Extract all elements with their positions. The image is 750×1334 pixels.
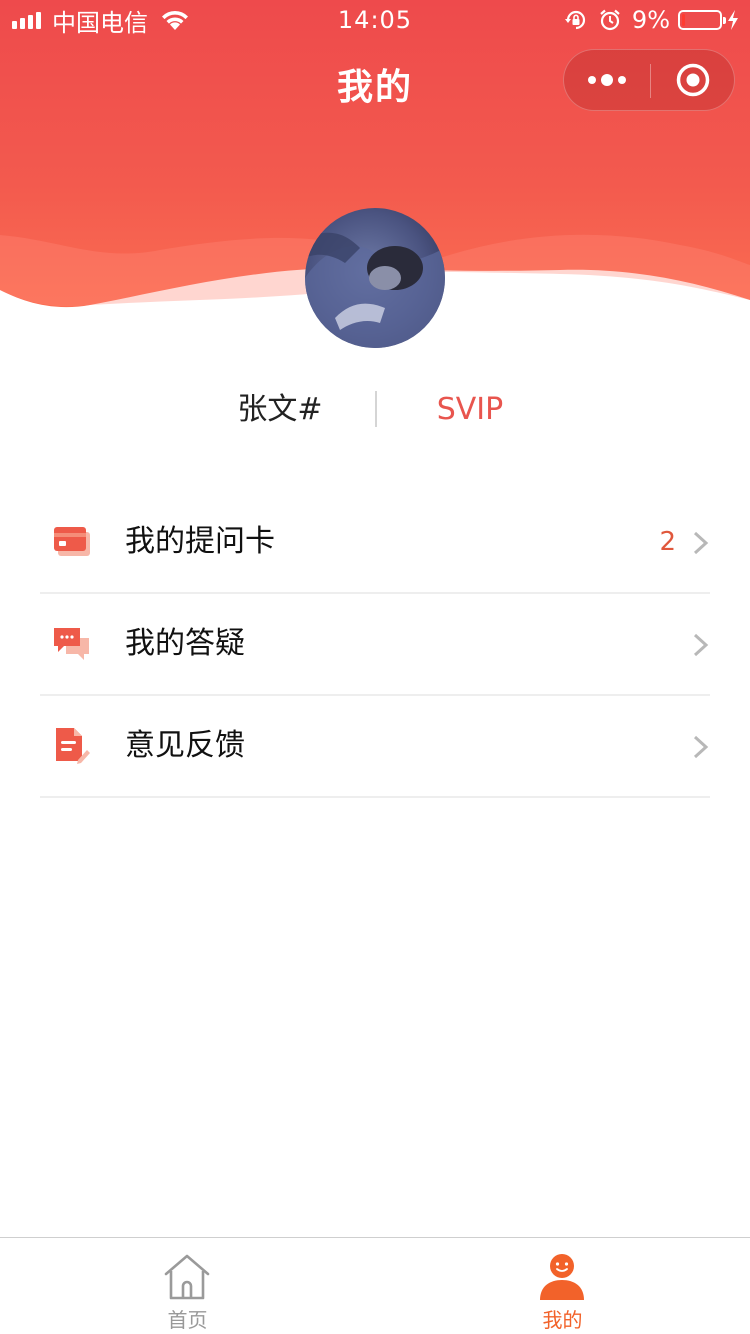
chevron-right-icon	[693, 633, 709, 657]
battery-fill	[682, 14, 685, 26]
chevron-right-icon	[693, 735, 709, 759]
tab-home-label: 首页	[167, 1308, 208, 1332]
alarm-icon	[600, 9, 620, 31]
menu-item-label: 我的提问卡	[125, 524, 275, 559]
chevron-right-icon	[693, 531, 709, 555]
tab-mine[interactable]: 我的	[375, 1238, 750, 1334]
feedback-document-icon	[56, 728, 90, 764]
user-info-divider	[375, 391, 377, 427]
membership-level: SVIP	[436, 392, 504, 427]
menu-item-feedback[interactable]: 意见反馈	[40, 696, 710, 798]
more-dots-icon	[588, 74, 626, 86]
profile-page: 中国电信 14:05 9% 我的 张文# SVIP 我的提问卡 2 我的答疑 意…	[0, 0, 750, 1334]
tab-mine-label: 我的	[542, 1308, 583, 1332]
profile-menu: 我的提问卡 2 我的答疑 意见反馈	[40, 492, 710, 798]
status-bar: 中国电信 14:05 9%	[0, 0, 750, 40]
rotation-lock-icon	[564, 10, 585, 30]
home-icon	[164, 1254, 210, 1300]
question-card-count: 2	[659, 527, 676, 557]
card-icon	[54, 527, 90, 556]
menu-item-question-cards[interactable]: 我的提问卡 2	[40, 492, 710, 594]
miniprogram-capsule	[563, 49, 735, 111]
chat-bubbles-icon	[54, 628, 89, 660]
tab-home[interactable]: 首页	[0, 1238, 375, 1334]
status-right: 9%	[564, 6, 740, 34]
charging-bolt-icon	[728, 10, 738, 30]
battery-icon	[678, 10, 726, 30]
menu-item-my-answers[interactable]: 我的答疑	[40, 594, 710, 696]
close-miniprogram-button[interactable]	[651, 50, 735, 110]
more-button[interactable]	[564, 50, 650, 110]
target-close-icon	[676, 63, 710, 97]
tab-bar: 首页 我的	[0, 1237, 750, 1334]
menu-item-label: 意见反馈	[125, 728, 245, 763]
user-icon	[540, 1254, 584, 1300]
user-info-row: 张文# SVIP	[0, 388, 750, 432]
user-name: 张文#	[237, 392, 323, 427]
avatar[interactable]	[305, 208, 445, 348]
battery-percent: 9%	[631, 6, 670, 34]
menu-item-label: 我的答疑	[125, 626, 245, 661]
